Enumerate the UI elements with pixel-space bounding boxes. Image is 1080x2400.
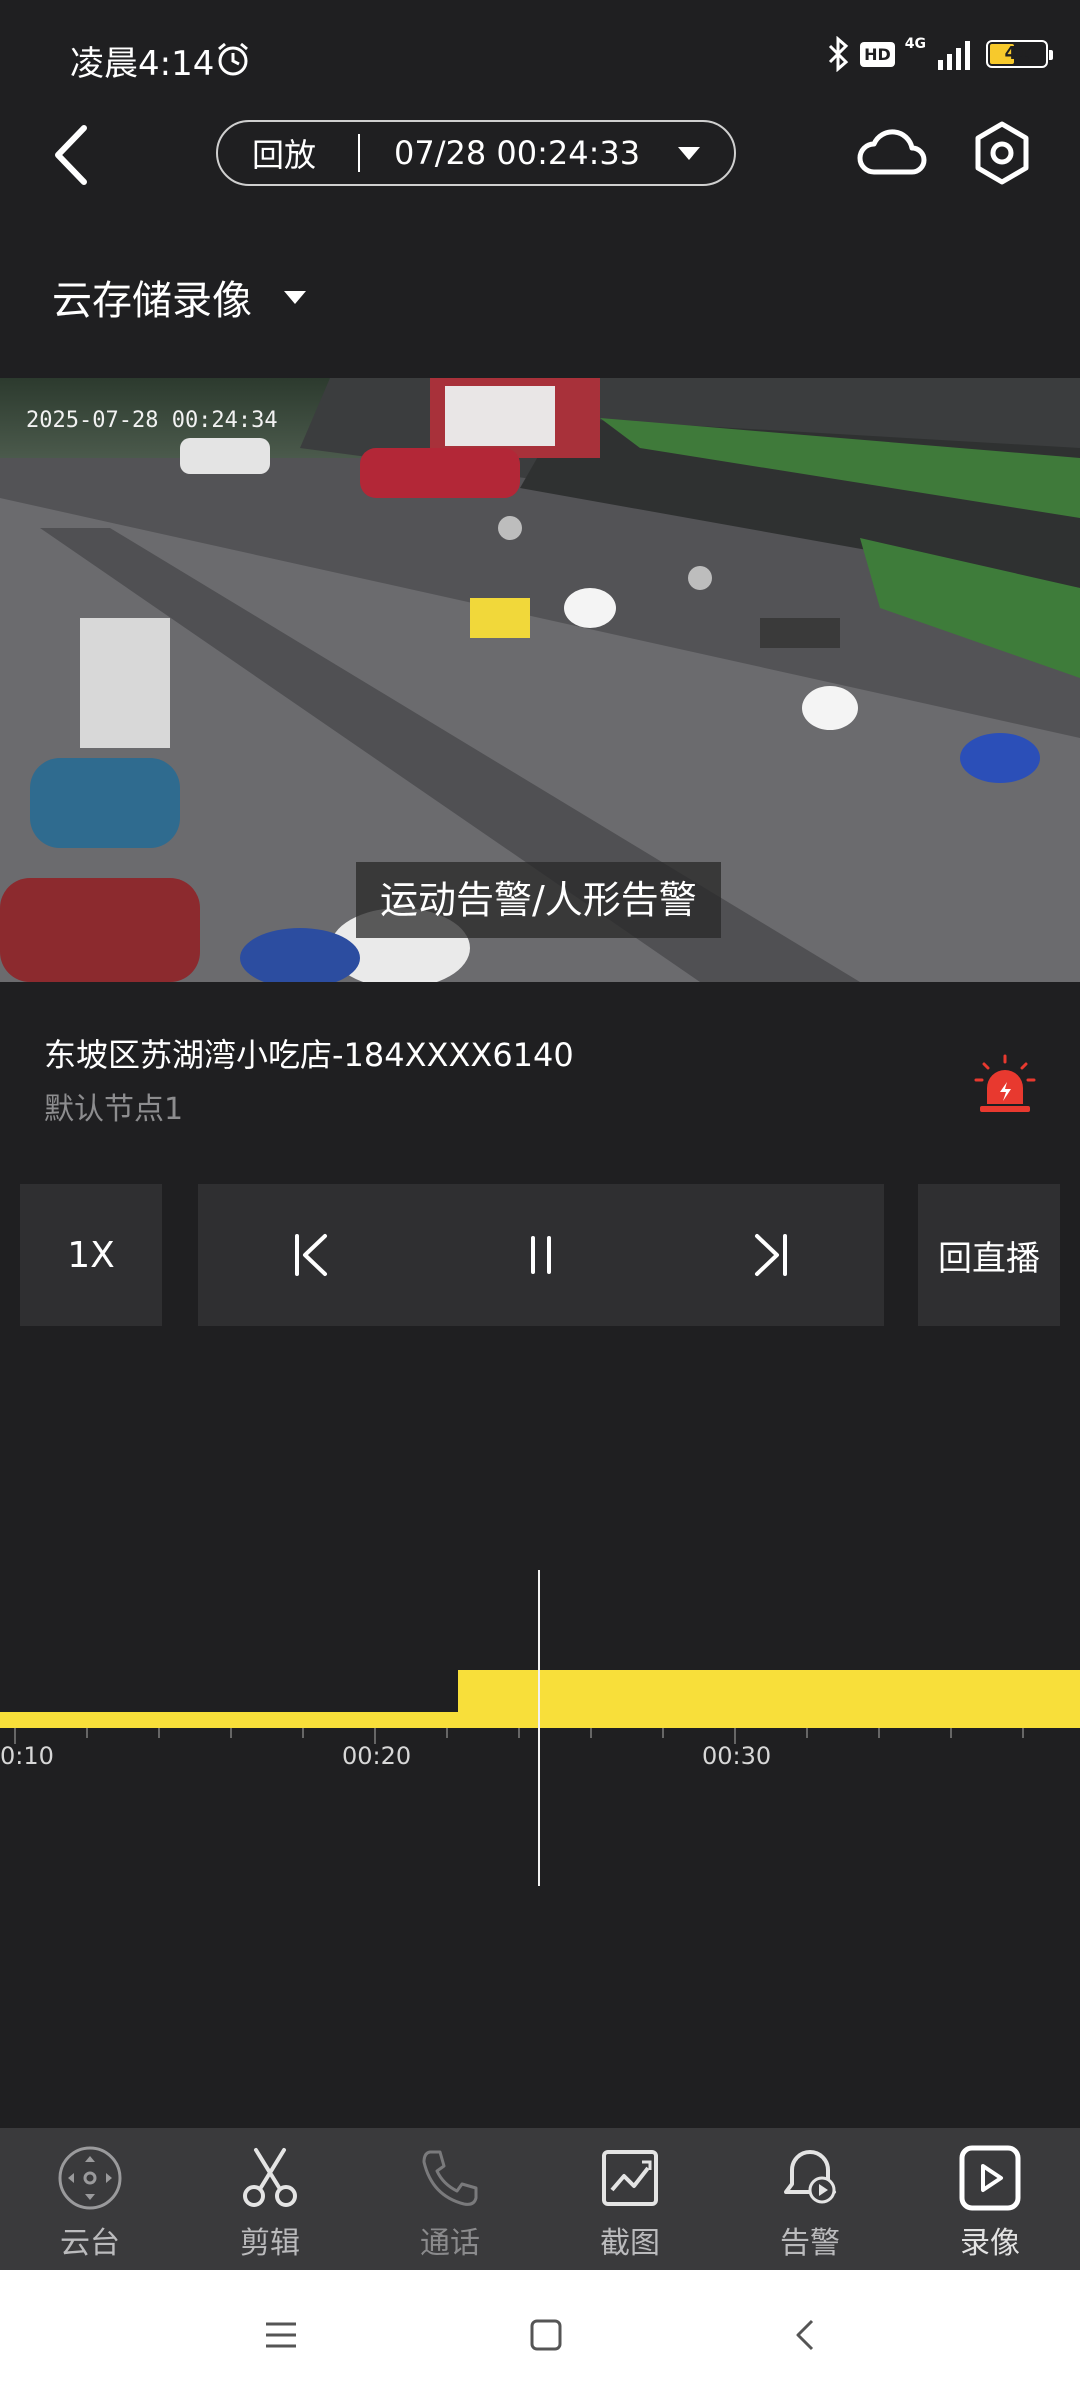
timeline-tick	[518, 1728, 520, 1738]
timeline-playhead[interactable]	[538, 1570, 540, 1886]
tab-ptz[interactable]: 云台	[0, 2128, 180, 2270]
scissors-icon	[243, 2148, 297, 2207]
device-node: 默认节点1	[44, 1092, 184, 1127]
menu-icon[interactable]	[263, 2320, 299, 2350]
timeline-tick	[878, 1728, 880, 1738]
timeline-tick	[158, 1728, 160, 1738]
tab-alarm[interactable]: 告警	[720, 2128, 900, 2270]
status-time: 凌晨4:14	[70, 44, 215, 84]
bluetooth-icon	[829, 36, 849, 72]
dropdown-arrow-icon	[284, 290, 306, 304]
video-timestamp: 2025-07-28 00:24:34	[26, 408, 278, 433]
tab-recording[interactable]: 录像	[900, 2128, 1080, 2270]
tab-label: 云台	[60, 2226, 120, 2261]
next-button[interactable]	[745, 1230, 795, 1280]
storage-type-label: 云存储录像	[52, 278, 252, 324]
battery-level: 41	[1004, 43, 1030, 64]
live-label: 回直播	[938, 1238, 1040, 1279]
timeline-label: 00:30	[702, 1742, 772, 1770]
alert-type-overlay: 运动告警/人形告警	[356, 862, 721, 938]
phone-icon	[422, 2150, 478, 2206]
timeline-tick	[446, 1728, 448, 1738]
device-name: 东坡区苏湖湾小吃店-184XXXX6140	[44, 1036, 574, 1074]
tab-clip[interactable]: 剪辑	[180, 2128, 360, 2270]
playback-mode-label: 回放	[252, 136, 317, 174]
tab-label: 截图	[600, 2226, 660, 2261]
home-icon[interactable]	[529, 2318, 563, 2352]
playback-datetime: 07/28 00:24:33	[394, 134, 641, 172]
video-player[interactable]: 2025-07-28 00:24:34 运动告警/人形告警	[0, 378, 1080, 982]
tab-label: 通话	[420, 2226, 480, 2261]
cloud-icon[interactable]	[856, 122, 928, 182]
signal-icon	[938, 41, 970, 70]
battery-icon: 41	[986, 40, 1053, 68]
playback-controls	[198, 1184, 884, 1326]
alarm-clock-icon	[218, 42, 248, 76]
timeline[interactable]: 0:10 00:20 00:30	[0, 1560, 1080, 1890]
timeline-tick	[590, 1728, 592, 1738]
timeline-label: 0:10	[0, 1742, 54, 1770]
timeline-tick	[302, 1728, 304, 1738]
tab-label: 告警	[780, 2226, 840, 2261]
previous-button[interactable]	[287, 1230, 337, 1280]
timeline-label: 00:20	[342, 1742, 412, 1770]
tab-label: 剪辑	[240, 2226, 300, 2261]
back-nav-icon[interactable]	[793, 2318, 817, 2352]
playback-time-selector[interactable]: 回放 07/28 00:24:33	[216, 120, 736, 186]
pause-button[interactable]	[516, 1230, 566, 1280]
timeline-tick	[230, 1728, 232, 1738]
network-type: 4G	[904, 36, 926, 52]
tab-screenshot[interactable]: 截图	[540, 2128, 720, 2270]
system-navigation-bar	[0, 2270, 1080, 2400]
storage-type-selector[interactable]: 云存储录像	[52, 268, 306, 326]
back-to-live-button[interactable]: 回直播	[918, 1184, 1060, 1326]
status-icons: HD 4G 41	[826, 36, 1053, 72]
tab-label: 录像	[960, 2226, 1020, 2261]
recording-bar-low	[0, 1712, 460, 1728]
bottom-tab-bar: 云台 剪辑 通话 截图 告警 录像	[0, 2128, 1080, 2270]
alarm-bell-icon	[784, 2150, 836, 2204]
hd-badge: HD	[860, 41, 895, 67]
divider	[358, 134, 361, 172]
speed-label: 1X	[67, 1234, 115, 1276]
video-icon	[959, 2145, 1021, 2211]
timeline-tick	[1022, 1728, 1024, 1738]
tab-call[interactable]: 通话	[360, 2128, 540, 2270]
settings-icon[interactable]	[972, 120, 1032, 186]
ptz-icon	[58, 2146, 122, 2210]
screenshot-icon	[602, 2150, 658, 2206]
timeline-tick	[662, 1728, 664, 1738]
timeline-tick	[806, 1728, 808, 1738]
timeline-tick	[950, 1728, 952, 1738]
recording-bar	[458, 1670, 1080, 1728]
alarm-light-icon[interactable]	[974, 1054, 1036, 1116]
timeline-tick	[86, 1728, 88, 1738]
dropdown-arrow-icon	[678, 146, 701, 160]
back-button[interactable]	[44, 120, 100, 190]
speed-button[interactable]: 1X	[20, 1184, 162, 1326]
